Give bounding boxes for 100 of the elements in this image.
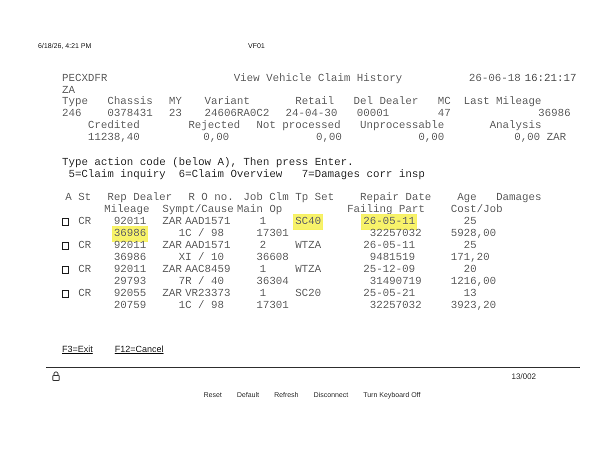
table-cell: AAC8459 <box>185 264 230 276</box>
table-cell: 3923,20 <box>450 300 496 312</box>
total-value: 0,00 <box>316 132 343 144</box>
table-cell: 31490719 <box>370 276 422 288</box>
screen-title: View Vehicle Claim History <box>234 74 404 86</box>
table-cell: 92055 <box>114 288 146 300</box>
lock-icon <box>52 371 60 381</box>
column-header: Repair Date <box>360 193 432 204</box>
total-label: Not processed <box>256 121 342 132</box>
column-header: Rep Dealer <box>107 193 174 204</box>
column-header: Failing Part <box>347 204 426 216</box>
function-key-link[interactable]: F3=Exit <box>62 344 93 354</box>
table-cell: 13 <box>464 288 477 300</box>
table-cell: 26-05-11 <box>363 240 416 252</box>
column-header: Mileage <box>104 204 150 216</box>
table-cell: 171,20 <box>450 252 490 264</box>
field-label: Last Mileage <box>464 97 542 108</box>
action-checkbox[interactable] <box>62 266 69 274</box>
table-cell: 1 <box>260 264 266 276</box>
column-header: R O no. <box>188 193 235 204</box>
table-cell: 92011 <box>114 216 146 228</box>
table-cell: 5928,00 <box>450 228 496 240</box>
field-label: Chassis <box>107 97 154 108</box>
field-value: 23 <box>168 108 183 120</box>
table-cell: 92011 <box>114 240 146 252</box>
screen-time: 16:21:17 <box>524 74 578 86</box>
table-cell: 1216,00 <box>450 276 496 288</box>
table-cell: 1 <box>260 288 266 300</box>
total-value: 0,00 <box>203 132 230 144</box>
country-code: ZA <box>62 86 76 96</box>
table-cell: CR <box>78 264 92 276</box>
table-cell: 17301 <box>256 228 289 240</box>
table-cell: 17301 <box>256 300 289 312</box>
action-option: 6=Claim Overview <box>178 170 302 181</box>
field-value: 246 <box>62 108 82 120</box>
table-cell: XI / 10 <box>178 252 224 264</box>
field-value: 00001 <box>356 108 390 120</box>
table-cell: 25 <box>464 216 477 228</box>
table-cell: 2 <box>260 240 266 252</box>
field-value: 24606RA0C2 <box>204 108 270 120</box>
table-cell: 32257032 <box>370 228 422 240</box>
column-header: Clm Tp Set <box>269 193 336 204</box>
table-cell: 32257032 <box>370 300 422 312</box>
table-cell: 1 <box>260 216 266 228</box>
field-label: Type <box>62 97 89 108</box>
field-value: 47 <box>438 108 452 120</box>
total-value: 0,00 ZAR <box>514 132 568 144</box>
field-label: Variant <box>204 97 251 108</box>
field-label: MC <box>438 97 452 108</box>
action-checkbox[interactable] <box>62 218 69 226</box>
field-label: MY <box>168 97 183 108</box>
table-cell: 25 <box>464 240 477 252</box>
column-header: A <box>65 193 73 204</box>
table-cell: 36986 <box>114 228 146 240</box>
table-cell: AAD1571 <box>185 216 230 228</box>
action-option: 5=Claim inquiry <box>68 170 179 181</box>
action-option: 7=Damages corr insp <box>302 170 600 181</box>
action-checkbox[interactable] <box>62 242 69 250</box>
cursor-position: 13/002 <box>512 372 536 380</box>
table-cell: 26-05-11 <box>363 216 416 228</box>
total-value: 11238,40 <box>88 132 141 144</box>
action-checkbox[interactable] <box>62 290 69 298</box>
column-header: Job <box>243 193 264 204</box>
table-cell: ZAR <box>162 216 182 228</box>
table-cell: 9481519 <box>370 252 416 264</box>
table-cell: 36304 <box>256 276 289 288</box>
table-cell: CR <box>78 216 92 228</box>
total-label: Analysis <box>490 121 542 132</box>
table-cell: ZAR <box>162 288 182 300</box>
table-cell: WTZA <box>295 240 322 252</box>
column-header: Cost/Job <box>450 204 504 216</box>
table-cell: 92011 <box>114 264 146 276</box>
table-cell: 25-05-21 <box>363 288 416 300</box>
function-key-link[interactable]: F12=Cancel <box>114 344 164 354</box>
column-header: St <box>78 193 92 204</box>
table-cell: CR <box>78 240 92 252</box>
table-cell: WTZA <box>295 264 322 276</box>
table-cell: 36986 <box>114 252 146 264</box>
table-cell: 29793 <box>114 276 146 288</box>
field-label: Del Dealer <box>354 97 420 108</box>
field-value: 24-04-30 <box>286 108 338 120</box>
column-header: Age <box>457 193 478 204</box>
total-label: Unprocessable <box>360 121 446 132</box>
table-cell: AAD1571 <box>185 240 230 252</box>
column-header: Sympt/Cause <box>162 204 235 216</box>
program-name: PECXDFR <box>62 74 108 86</box>
column-header: Main Op <box>236 204 284 216</box>
field-value: 36986 <box>538 108 572 120</box>
table-cell: 7R / 40 <box>178 276 224 288</box>
table-cell: 25-12-09 <box>363 264 416 276</box>
table-cell: SC20 <box>295 288 322 300</box>
table-cell: VR23373 <box>185 288 230 300</box>
instruction-text: Type action code (below A), Then press Enter. <box>62 158 355 169</box>
table-cell: 36608 <box>256 252 289 264</box>
table-cell: SC40 <box>295 216 322 228</box>
table-cell: 1C / 98 <box>178 300 224 312</box>
table-cell: 1C / 98 <box>178 228 224 240</box>
screen-date: 26-06-18 <box>468 74 522 86</box>
total-label: Credited <box>88 121 141 132</box>
total-value: 0,00 <box>418 132 446 144</box>
